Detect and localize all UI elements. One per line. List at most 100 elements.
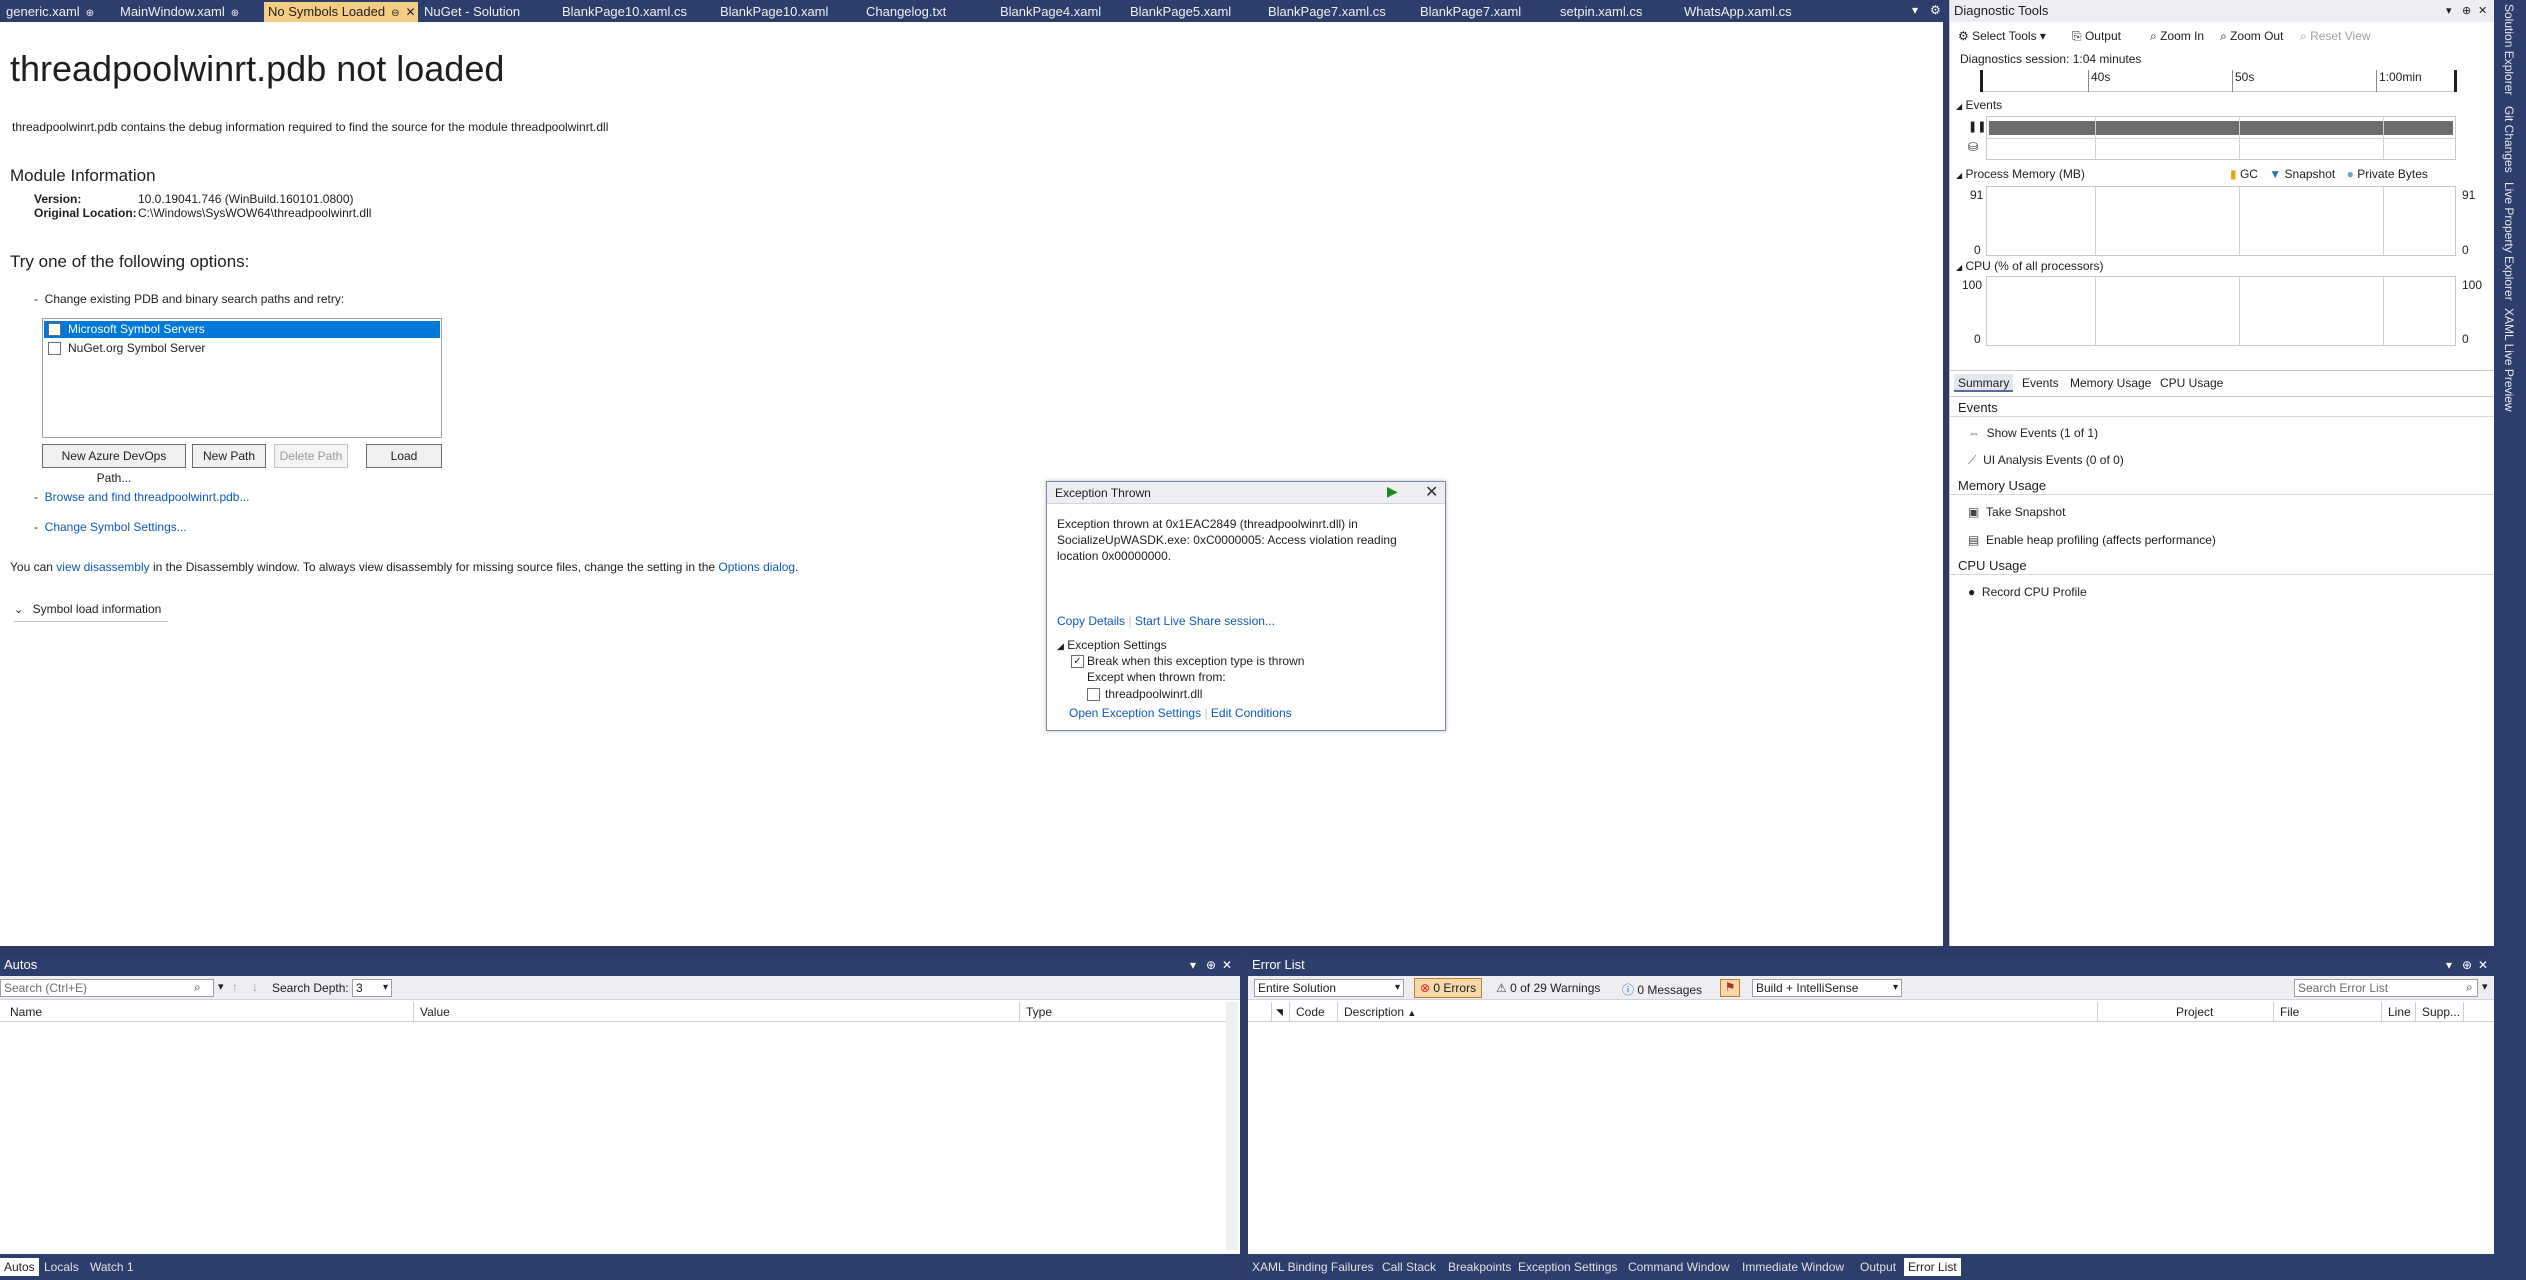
pause-icon[interactable]: ❚❚ [1968, 120, 1986, 133]
sidebar-tab-git-changes[interactable]: Git Changes [2502, 106, 2516, 173]
dropdown-icon[interactable]: ▾ [2446, 0, 2452, 22]
search-options-icon[interactable]: ▾ [2482, 980, 2488, 993]
select-tools-button[interactable]: ⚙ Select Tools ▾ [1958, 29, 2046, 43]
gear-icon[interactable]: ⚙ [1930, 3, 1941, 17]
cpu-graph[interactable] [1986, 276, 2456, 346]
options-dialog-link[interactable]: Options dialog [718, 560, 795, 574]
view-disassembly-link[interactable]: view disassembly [56, 560, 149, 574]
tab-call-stack[interactable]: Call Stack [1378, 1258, 1440, 1276]
messages-filter-toggle[interactable]: ⓘ 0 Messages [1622, 981, 1702, 998]
search-icon[interactable]: ⌕ [2466, 980, 2473, 995]
exception-settings-header[interactable]: ◢ Exception Settings [1057, 638, 1167, 652]
pin-icon[interactable]: ⊕ [1206, 954, 1216, 976]
tab-memory-usage[interactable]: Memory Usage [2070, 374, 2151, 392]
edit-conditions-link[interactable]: Edit Conditions [1211, 706, 1292, 720]
column-header-name[interactable]: Name [4, 1002, 414, 1022]
tab-summary[interactable]: Summary [1954, 374, 2014, 392]
search-depth-select[interactable]: 3 ▾ [352, 979, 392, 997]
sidebar-tab-solution-explorer[interactable]: Solution Explorer [2502, 4, 2516, 95]
tab-blankpage5-xaml[interactable]: BlankPage5.xaml [1126, 2, 1266, 22]
tab-blankpage10-xaml-cs[interactable]: BlankPage10.xaml.cs [558, 2, 714, 22]
tab-mainwindow-xaml[interactable]: MainWindow.xaml ⊕ [116, 2, 260, 22]
sidebar-tab-xaml-live-preview[interactable]: XAML Live Preview [2502, 308, 2516, 412]
pin-icon[interactable]: ⊕ [2462, 954, 2472, 976]
events-graph[interactable] [1986, 116, 2456, 160]
column-header-file[interactable]: File [2274, 1002, 2382, 1022]
reset-view-button[interactable]: ⌕ Reset View [2300, 29, 2371, 44]
break-event-icon[interactable]: ⛁ [1968, 140, 1978, 154]
change-symbol-settings-link[interactable]: Change Symbol Settings... [45, 520, 187, 534]
warnings-filter-toggle[interactable]: ⚠ 0 of 29 Warnings [1496, 981, 1600, 995]
autos-search-input[interactable]: Search (Ctrl+E) [0, 979, 214, 997]
zoom-in-button[interactable]: ⌕ Zoom In [2150, 29, 2204, 44]
tab-blankpage7-xaml[interactable]: BlankPage7.xaml [1416, 2, 1556, 22]
timeline-end-handle[interactable] [2454, 70, 2457, 92]
browse-link[interactable]: Browse and find threadpoolwinrt.pdb... [45, 490, 250, 504]
module-checkbox[interactable] [1087, 688, 1100, 701]
tab-overflow-icon[interactable]: ▾ [1912, 3, 1918, 17]
build-select[interactable]: Build + IntelliSense ▾ [1752, 979, 1902, 997]
close-icon[interactable]: ✕ [405, 5, 415, 19]
list-item-nuget-symbol-server[interactable]: NuGet.org Symbol Server [44, 340, 440, 357]
tab-whatsapp-xaml-cs[interactable]: WhatsApp.xaml.cs [1680, 2, 1830, 22]
server-checkbox[interactable] [48, 323, 61, 336]
output-button[interactable]: ⎘ Output [2072, 29, 2121, 44]
delete-path-button[interactable]: Delete Path [274, 444, 348, 468]
tab-blankpage4-xaml[interactable]: BlankPage4.xaml [996, 2, 1126, 22]
close-icon[interactable]: ✕ [1425, 482, 1438, 502]
live-share-link[interactable]: Start Live Share session... [1135, 614, 1275, 628]
show-events-item[interactable]: ⇔ Show Events (1 of 1) [1968, 426, 2098, 440]
tab-output[interactable]: Output [1856, 1258, 1900, 1276]
error-list-search-input[interactable]: Search Error List [2294, 979, 2478, 997]
cpu-graph-header[interactable]: ◢ CPU (% of all processors) [1956, 259, 2104, 273]
pin-icon[interactable]: ⊕ [231, 8, 239, 19]
timeline-ruler[interactable]: 40s 50s 1:00min [1980, 70, 2457, 92]
tab-no-symbols-loaded[interactable]: No Symbols Loaded ⊖ ✕ [264, 2, 418, 22]
search-back-icon[interactable]: ↑ [232, 980, 238, 994]
tab-watch-1[interactable]: Watch 1 [86, 1258, 138, 1276]
memory-graph[interactable] [1986, 186, 2456, 256]
new-path-button[interactable]: New Path [192, 444, 266, 468]
tab-setpin-xaml-cs[interactable]: setpin.xaml.cs [1556, 2, 1682, 22]
column-header-line[interactable]: Line [2382, 1002, 2416, 1022]
tab-generic-xaml[interactable]: generic.xaml ⊕ [2, 2, 112, 22]
tab-cpu-usage[interactable]: CPU Usage [2160, 374, 2223, 392]
tab-error-list[interactable]: Error List [1904, 1258, 1961, 1276]
events-graph-header[interactable]: ◢ Events [1956, 98, 2002, 112]
close-icon[interactable]: ✕ [1222, 954, 1232, 976]
zoom-out-button[interactable]: ⌕ Zoom Out [2220, 29, 2283, 44]
column-header-description[interactable]: Description ▲ [1338, 1002, 2098, 1022]
symbol-server-list[interactable]: Microsoft Symbol Servers NuGet.org Symbo… [42, 318, 442, 438]
new-azure-devops-path-button[interactable]: New Azure DevOps Path... [42, 444, 186, 485]
close-icon[interactable]: ✕ [2478, 0, 2487, 22]
heap-profiling-item[interactable]: ▤ Enable heap profiling (affects perform… [1968, 533, 2216, 547]
load-button[interactable]: Load [366, 444, 442, 468]
tab-blankpage10-xaml[interactable]: BlankPage10.xaml [716, 2, 860, 22]
memory-graph-header[interactable]: ◢ Process Memory (MB) [1956, 167, 2085, 181]
tab-changelog-txt[interactable]: Changelog.txt [862, 2, 986, 22]
search-forward-icon[interactable]: ↓ [252, 980, 258, 994]
column-header-type[interactable]: Type [1020, 1002, 1226, 1022]
continue-icon[interactable]: ▶ [1387, 483, 1398, 500]
ui-analysis-events-item[interactable]: ⟋ UI Analysis Events (0 of 0) [1968, 453, 2124, 468]
symbol-load-info-expander[interactable]: ⌄ Symbol load information [14, 602, 168, 622]
autos-scrollbar[interactable] [1226, 1002, 1238, 1250]
filter-icon[interactable]: ⚑ [1720, 979, 1740, 997]
break-when-checkbox[interactable]: ✓ [1071, 655, 1084, 668]
column-header-suppression-state[interactable]: Supp... [2416, 1002, 2464, 1022]
tab-immediate-window[interactable]: Immediate Window [1738, 1258, 1848, 1276]
search-options-icon[interactable]: ▾ [218, 980, 224, 993]
column-header-project[interactable]: Project [2170, 1002, 2274, 1022]
tab-blankpage7-xaml-cs[interactable]: BlankPage7.xaml.cs [1264, 2, 1416, 22]
take-snapshot-item[interactable]: ▣ Take Snapshot [1968, 505, 2065, 519]
tab-exception-settings[interactable]: Exception Settings [1514, 1258, 1621, 1276]
pin-icon[interactable]: ⊖ [391, 8, 399, 19]
errors-filter-toggle[interactable]: ⊗ 0 Errors [1414, 978, 1483, 998]
open-exception-settings-link[interactable]: Open Exception Settings [1069, 706, 1201, 720]
timeline-start-handle[interactable] [1980, 70, 1983, 92]
column-header-value[interactable]: Value [414, 1002, 1020, 1022]
dropdown-icon[interactable]: ▾ [1190, 954, 1196, 976]
tab-nuget-solution[interactable]: NuGet - Solution [420, 2, 556, 22]
copy-details-link[interactable]: Copy Details [1057, 614, 1125, 628]
column-header-suppression[interactable]: ◥ [1272, 1002, 1290, 1022]
